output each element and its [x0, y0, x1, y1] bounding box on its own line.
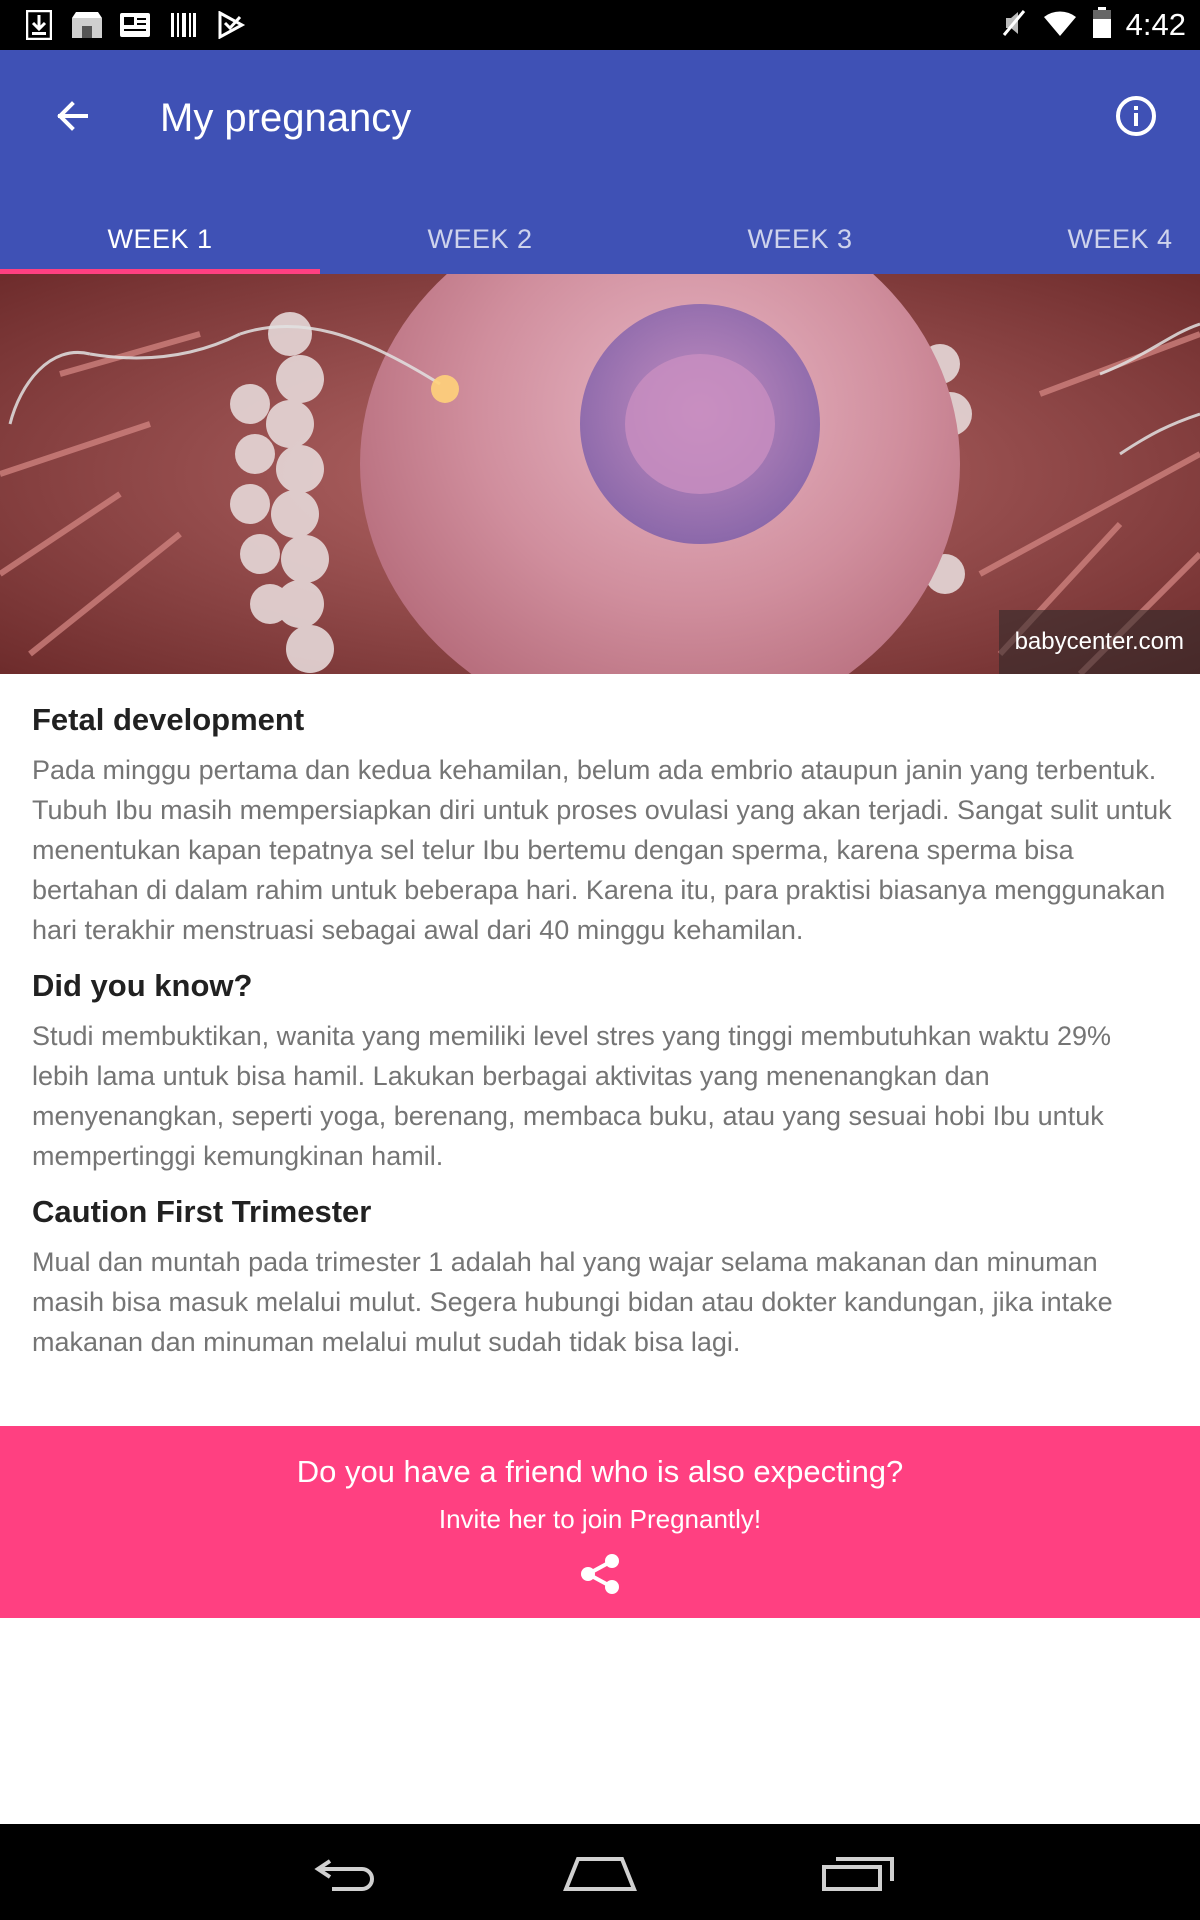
page-title: My pregnancy — [160, 96, 412, 140]
section-caution-first-trimester: Caution First Trimester Mual dan muntah … — [32, 1192, 1172, 1362]
battery-icon — [1092, 6, 1112, 44]
tab-label: WEEK 1 — [107, 224, 213, 254]
invite-subtitle: Invite her to join Pregnantly! — [438, 1504, 762, 1534]
invite-question: Do you have a friend who is also expecti… — [296, 1454, 904, 1489]
article-content: Fetal development Pada minggu pertama da… — [32, 700, 1172, 1378]
tab-label: WEEK 2 — [427, 224, 533, 254]
clock: 4:42 — [1125, 7, 1186, 42]
tab-week-4[interactable]: WEEK 4 — [960, 198, 1200, 274]
system-status: 4:42 — [1000, 6, 1186, 44]
wifi-icon — [1042, 8, 1078, 43]
recents-nav-icon[interactable] — [808, 1838, 908, 1908]
tab-label: WEEK 3 — [747, 224, 853, 254]
info-icon[interactable] — [1108, 88, 1164, 144]
system-nav-bar — [0, 1824, 1200, 1920]
home-nav-icon[interactable] — [550, 1838, 650, 1908]
notification-icons — [22, 8, 248, 42]
tab-label: WEEK 4 — [1067, 224, 1173, 254]
section-heading: Caution First Trimester — [32, 1194, 372, 1229]
section-body: Mual dan muntah pada trimester 1 adalah … — [32, 1247, 1113, 1357]
tab-week-3[interactable]: WEEK 3 — [640, 198, 960, 274]
play-store-icon — [214, 9, 248, 41]
invite-banner: Do you have a friend who is also expecti… — [0, 1426, 1200, 1618]
section-heading: Fetal development — [32, 702, 305, 737]
week-tabs: WEEK 1 WEEK 2 WEEK 3 WEEK 4 — [0, 198, 1200, 274]
mute-icon — [1000, 8, 1028, 43]
barcode-icon — [166, 9, 200, 41]
tab-week-1[interactable]: WEEK 1 — [0, 198, 320, 274]
status-bar: 4:42 — [0, 0, 1200, 50]
section-body: Pada minggu pertama dan kedua kehamilan,… — [32, 755, 1172, 945]
store-icon — [70, 9, 104, 41]
section-did-you-know: Did you know? Studi membuktikan, wanita … — [32, 966, 1172, 1176]
image-credit: babycenter.com — [998, 610, 1200, 674]
back-nav-icon[interactable] — [295, 1838, 395, 1908]
section-heading: Did you know? — [32, 968, 253, 1003]
share-icon[interactable] — [570, 1544, 630, 1604]
tab-week-2[interactable]: WEEK 2 — [320, 198, 640, 274]
arrow-back-icon[interactable] — [44, 88, 100, 144]
download-icon — [22, 9, 56, 41]
news-icon — [118, 9, 152, 41]
hero-image: babycenter.com — [0, 274, 1200, 674]
section-fetal-development: Fetal development Pada minggu pertama da… — [32, 700, 1172, 950]
app-bar: My pregnancy WEEK 1 WEEK 2 WEEK 3 WEEK 4 — [0, 50, 1200, 274]
section-body: Studi membuktikan, wanita yang memiliki … — [32, 1021, 1112, 1171]
